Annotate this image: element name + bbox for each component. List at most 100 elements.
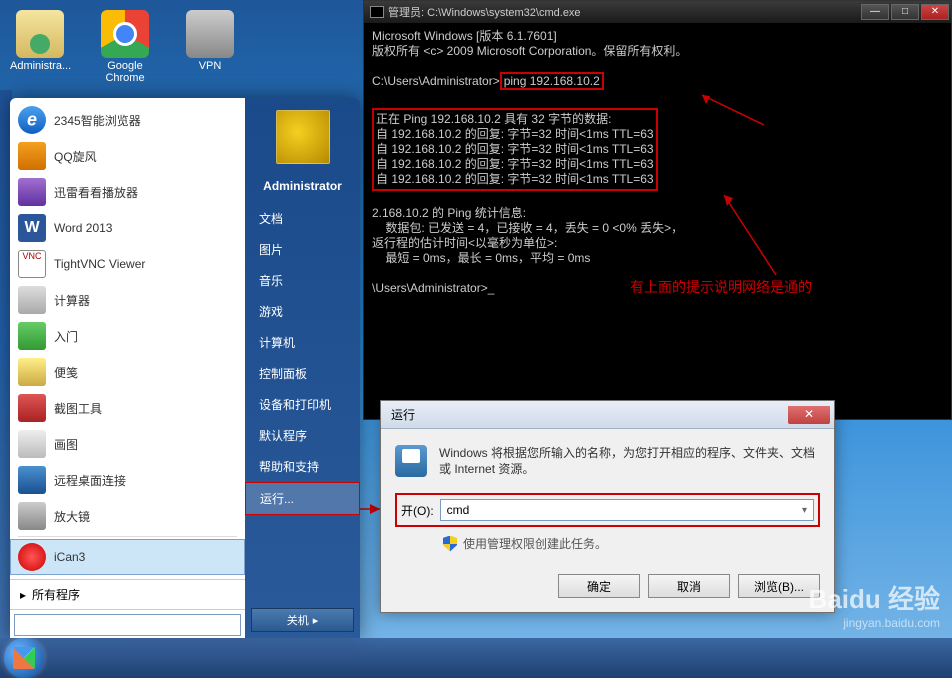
item-label: 入门	[54, 328, 78, 345]
separator	[18, 536, 237, 537]
start-menu-item[interactable]: 入门	[10, 318, 245, 354]
start-search-input[interactable]	[14, 614, 241, 636]
item-label: 放大镜	[54, 508, 90, 525]
start-menu-item[interactable]: VNC TightVNC Viewer	[10, 246, 245, 282]
start-right-link[interactable]: 图片	[245, 234, 360, 265]
user-avatar[interactable]	[276, 110, 330, 164]
admin-note: 使用管理权限创建此任务。	[463, 535, 607, 552]
icon-label: Administra...	[10, 60, 70, 72]
chrome-icon	[101, 10, 149, 58]
item-label: QQ旋风	[54, 148, 97, 165]
highlighted-command: ping 192.168.10.2	[500, 72, 604, 90]
start-menu-left-pane: 2345智能浏览器 QQ旋风迅雷看看播放器 W Word 2013 VNC TightVN…	[10, 98, 245, 638]
start-right-link[interactable]: 音乐	[245, 265, 360, 296]
maximize-button[interactable]: □	[891, 4, 919, 20]
start-right-link[interactable]: 计算机	[245, 327, 360, 358]
icon-label: Google Chrome	[95, 60, 155, 84]
item-label: 远程桌面连接	[54, 472, 126, 489]
username-label[interactable]: Administrator	[245, 172, 360, 203]
app-icon: VNC	[18, 250, 46, 278]
app-icon	[18, 322, 46, 350]
start-menu-item[interactable]: 便笺	[10, 354, 245, 390]
app-icon	[18, 543, 46, 571]
item-label: iCan3	[54, 550, 85, 564]
app-icon	[18, 466, 46, 494]
app-icon	[18, 502, 46, 530]
icon-label: VPN	[180, 60, 240, 72]
vpn-icon	[186, 10, 234, 58]
item-label: 迅雷看看播放器	[54, 184, 138, 201]
highlighted-ping-output: 正在 Ping 192.168.10.2 具有 32 字节的数据: 自 192.…	[372, 108, 658, 191]
cancel-button[interactable]: 取消	[648, 574, 730, 598]
start-right-link[interactable]: 文档	[245, 203, 360, 234]
start-right-link[interactable]: 设备和打印机	[245, 389, 360, 420]
app-icon	[18, 178, 46, 206]
all-programs-label: 所有程序	[32, 586, 80, 603]
close-button[interactable]: ✕	[788, 406, 830, 424]
chevron-right-icon: ▸	[313, 614, 319, 627]
cmd-icon	[370, 6, 384, 18]
start-menu-right-pane: Administrator 文档图片音乐游戏计算机控制面板设备和打印机默认程序帮…	[245, 98, 360, 638]
start-right-link[interactable]: 帮助和支持	[245, 451, 360, 482]
start-menu-item[interactable]: W Word 2013	[10, 210, 245, 246]
cmd-output[interactable]: Microsoft Windows [版本 6.1.7601] 版权所有 <c>…	[364, 23, 951, 302]
desktop-icon-administrator[interactable]: Administra...	[10, 10, 70, 84]
shutdown-button[interactable]: 关机▸	[251, 608, 354, 632]
highlighted-input-row: 开(O): cmd	[395, 493, 820, 527]
taskbar	[0, 638, 952, 678]
start-button[interactable]	[4, 638, 44, 678]
app-icon: W	[18, 214, 46, 242]
cmd-title-text: 管理员: C:\Windows\system32\cmd.exe	[388, 4, 581, 20]
pinned-programs-list: 2345智能浏览器 QQ旋风迅雷看看播放器 W Word 2013 VNC TightVN…	[10, 98, 245, 579]
item-label: 便笺	[54, 364, 78, 381]
start-menu-item[interactable]: 截图工具	[10, 390, 245, 426]
start-menu: 2345智能浏览器 QQ旋风迅雷看看播放器 W Word 2013 VNC TightVN…	[10, 98, 360, 638]
app-icon	[18, 106, 46, 134]
start-menu-item[interactable]: 放大镜	[10, 498, 245, 534]
start-right-link[interactable]: 默认程序	[245, 420, 360, 451]
cmd-titlebar[interactable]: 管理员: C:\Windows\system32\cmd.exe — □ ✕	[364, 1, 951, 23]
start-menu-item[interactable]: 迅雷看看播放器	[10, 174, 245, 210]
chevron-right-icon: ▸	[20, 588, 26, 602]
desktop-icons: Administra... Google Chrome VPN	[10, 10, 240, 84]
run-titlebar[interactable]: 运行 ✕	[381, 401, 834, 429]
app-icon	[18, 286, 46, 314]
close-button[interactable]: ✕	[921, 4, 949, 20]
search-box-container	[10, 609, 245, 638]
start-menu-item[interactable]: iCan3	[10, 539, 245, 575]
desktop-icon-vpn[interactable]: VPN	[180, 10, 240, 84]
run-icon	[395, 445, 427, 477]
run-description: Windows 将根据您所输入的名称，为您打开相应的程序、文件夹、文档或 Int…	[439, 445, 820, 477]
all-programs-button[interactable]: ▸ 所有程序	[10, 579, 245, 609]
run-title-text: 运行	[391, 406, 415, 423]
start-menu-item[interactable]: 2345智能浏览器	[10, 102, 245, 138]
item-label: TightVNC Viewer	[54, 257, 145, 271]
app-icon	[18, 142, 46, 170]
annotation-text: 有上面的提示说明网络是通的	[630, 277, 812, 297]
open-value: cmd	[447, 503, 470, 517]
watermark: Baidu 经验 jingyan.baidu.com	[809, 579, 940, 630]
item-label: 2345智能浏览器	[54, 112, 141, 129]
minimize-button[interactable]: —	[861, 4, 889, 20]
start-right-link[interactable]: 运行...	[245, 482, 360, 515]
run-dialog: 运行 ✕ Windows 将根据您所输入的名称，为您打开相应的程序、文件夹、文档…	[380, 400, 835, 613]
item-label: 计算器	[54, 292, 90, 309]
start-right-link[interactable]: 游戏	[245, 296, 360, 327]
ok-button[interactable]: 确定	[558, 574, 640, 598]
open-combobox[interactable]: cmd	[440, 499, 814, 521]
start-menu-item[interactable]: 计算器	[10, 282, 245, 318]
app-icon	[18, 430, 46, 458]
app-icon	[18, 358, 46, 386]
item-label: Word 2013	[54, 221, 112, 235]
start-menu-item[interactable]: QQ旋风	[10, 138, 245, 174]
cmd-window: 管理员: C:\Windows\system32\cmd.exe — □ ✕ M…	[363, 0, 952, 420]
uac-shield-icon	[443, 536, 457, 552]
start-menu-item[interactable]: 远程桌面连接	[10, 462, 245, 498]
open-label: 开(O):	[401, 502, 434, 519]
item-label: 画图	[54, 436, 78, 453]
user-folder-icon	[16, 10, 64, 58]
desktop-icon-chrome[interactable]: Google Chrome	[95, 10, 155, 84]
start-menu-item[interactable]: 画图	[10, 426, 245, 462]
start-right-link[interactable]: 控制面板	[245, 358, 360, 389]
item-label: 截图工具	[54, 400, 102, 417]
